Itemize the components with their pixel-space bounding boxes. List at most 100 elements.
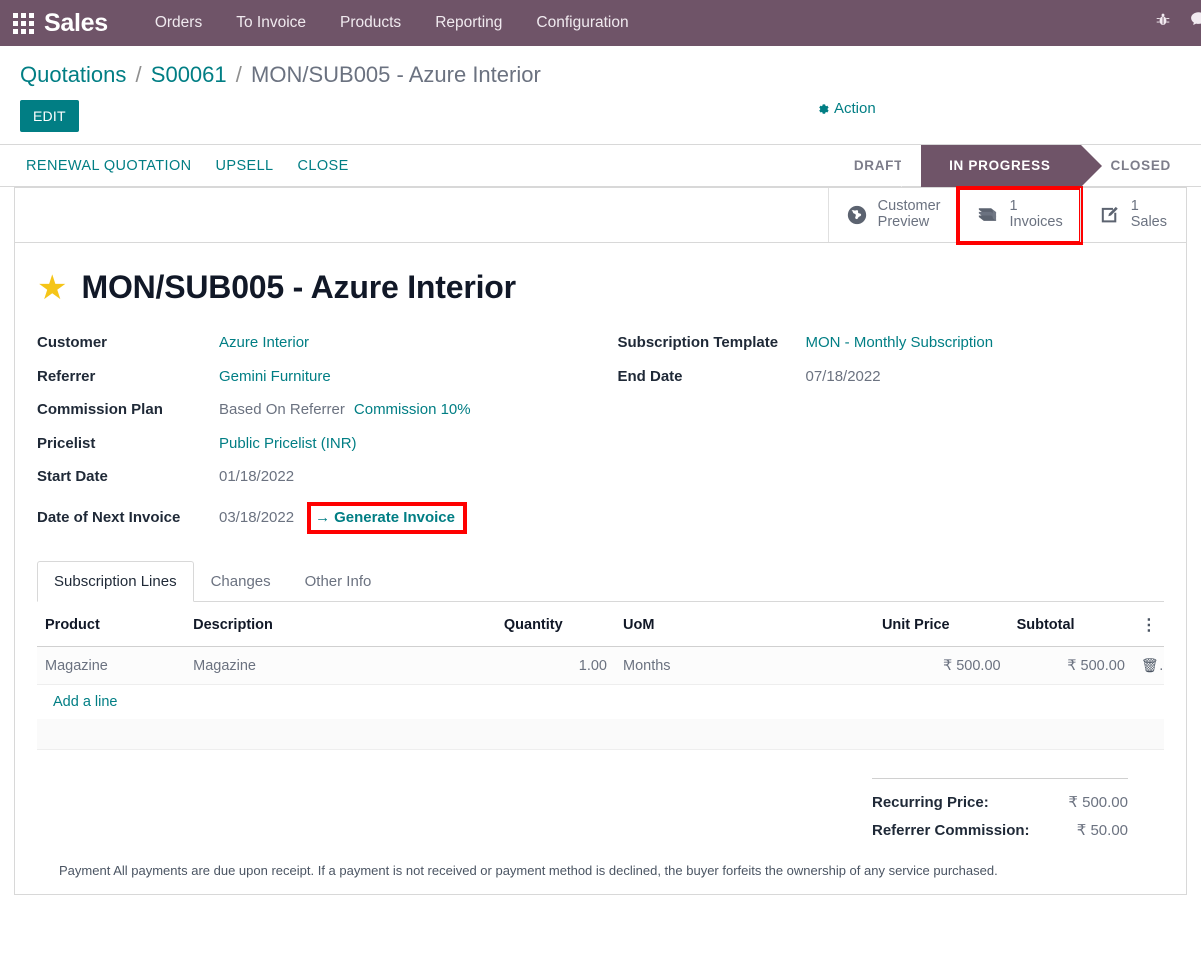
breadcrumb-current: MON/SUB005 - Azure Interior — [251, 62, 541, 87]
app-brand-sales[interactable]: Sales — [44, 9, 108, 38]
field-commission-plan: Commission Plan Based On Referrer Commis… — [37, 401, 601, 435]
action-menu-label: Action — [834, 100, 876, 117]
col-subtotal: Subtotal — [1008, 602, 1133, 647]
stat-button-text: Customer Preview — [877, 198, 941, 231]
star-filled-icon[interactable]: ★ — [37, 271, 67, 305]
field-label: Customer — [37, 334, 108, 351]
book-icon — [976, 204, 1000, 226]
stage-in-progress[interactable]: IN PROGRESS — [901, 144, 1103, 187]
col-quantity: Quantity — [495, 602, 615, 647]
control-panel-buttons: EDIT Action — [0, 90, 1201, 144]
tab-other-info[interactable]: Other Info — [288, 561, 389, 602]
col-uom: UoM — [614, 602, 874, 647]
page-title: MON/SUB005 - Azure Interior — [81, 269, 516, 305]
table-filler-row — [37, 719, 1164, 750]
stat-button-text: 1 Invoices — [1009, 198, 1063, 231]
nav-menu-configuration[interactable]: Configuration — [519, 0, 645, 46]
field-value-start-date: 01/18/2022 — [219, 468, 295, 485]
action-menu-button[interactable]: Action — [817, 100, 876, 117]
cell-quantity[interactable]: 1.00 — [495, 646, 615, 685]
status-bar: RENEWAL QUOTATION UPSELL CLOSE DRAFT IN … — [0, 144, 1201, 187]
field-label: Pricelist — [37, 434, 96, 452]
apps-grid-icon[interactable] — [8, 8, 38, 38]
col-description: Description — [185, 602, 496, 647]
nav-menu-to-invoice[interactable]: To Invoice — [219, 0, 323, 46]
record-sheet: Customer Preview 1 Invoices 1 Sales ★ MO… — [14, 186, 1187, 896]
upsell-button[interactable]: UPSELL — [204, 152, 286, 180]
payment-terms-text: Payment All payments are due upon receip… — [59, 862, 998, 878]
field-end-date: End Date 07/18/2022 — [618, 368, 1165, 402]
notebook-tabs: Subscription Lines Changes Other Info — [37, 561, 1164, 602]
vertical-dots-icon[interactable]: ⋮ — [1141, 617, 1157, 634]
col-unit-price: Unit Price — [873, 602, 1009, 647]
field-value-commission-basis: Based On Referrer — [219, 401, 345, 418]
stat-button-box: Customer Preview 1 Invoices 1 Sales — [15, 186, 1186, 245]
breadcrumb-item-order[interactable]: S00061 — [151, 62, 227, 87]
generate-invoice-button[interactable]: → Generate Invoice — [315, 509, 455, 526]
stat-value: Customer — [877, 198, 941, 215]
breadcrumb-separator-2: / — [235, 62, 242, 87]
nav-menu-reporting[interactable]: Reporting — [418, 0, 519, 46]
generate-invoice-wrapper: → Generate Invoice — [307, 501, 467, 534]
nav-menu-products[interactable]: Products — [323, 0, 418, 46]
field-customer: Customer Azure Interior — [37, 334, 601, 368]
trash-icon[interactable]: 🗑 — [1141, 657, 1164, 674]
total-value: ₹ 50.00 — [1076, 821, 1128, 839]
renewal-quotation-button[interactable]: RENEWAL QUOTATION — [14, 152, 204, 180]
form-fields: Customer Azure Interior Referrer Gemini … — [15, 312, 1186, 543]
field-label: Commission Plan — [37, 401, 163, 418]
control-panel: Quotations / S00061 / MON/SUB005 - Azure… — [0, 46, 1201, 145]
breadcrumb-separator: / — [135, 62, 142, 87]
field-value-customer[interactable]: Azure Interior — [219, 334, 309, 351]
edit-button[interactable]: EDIT — [20, 100, 79, 132]
generate-invoice-label: Generate Invoice — [334, 508, 455, 526]
cell-unit-price[interactable]: ₹ 500.00 — [873, 646, 1009, 685]
cell-uom[interactable]: Months — [614, 646, 874, 685]
bug-icon[interactable] — [1146, 0, 1180, 46]
stat-value: 1 — [1130, 198, 1139, 215]
add-line-row: Add a line — [37, 685, 1164, 720]
stat-button-invoices[interactable]: 1 Invoices — [955, 186, 1083, 245]
field-label: Start Date — [37, 468, 108, 485]
field-value-subscription-template[interactable]: MON - Monthly Subscription — [806, 334, 994, 351]
col-product: Product — [37, 602, 186, 647]
stat-label: Invoices — [1009, 214, 1063, 230]
breadcrumb-item-quotations[interactable]: Quotations — [20, 62, 126, 87]
messages-icon[interactable] — [1180, 0, 1201, 46]
stat-label: Preview — [877, 214, 930, 230]
field-value-commission-plan[interactable]: Commission 10% — [354, 401, 471, 418]
form-column-right: Subscription Template MON - Monthly Subs… — [601, 334, 1165, 535]
stat-button-customer-preview[interactable]: Customer Preview — [827, 188, 958, 242]
table-row[interactable]: Magazine Magazine 1.00 Months ₹ 500.00 ₹… — [37, 646, 1164, 685]
stat-button-text: 1 Sales — [1130, 198, 1167, 231]
field-subscription-template: Subscription Template MON - Monthly Subs… — [618, 334, 1165, 368]
total-label: Referrer Commission: — [872, 821, 1030, 839]
close-button[interactable]: CLOSE — [286, 152, 361, 180]
field-start-date: Start Date 01/18/2022 — [37, 468, 601, 502]
field-value-end-date: 07/18/2022 — [805, 367, 881, 385]
totals-inner: Recurring Price: ₹ 500.00 Referrer Commi… — [872, 777, 1128, 844]
field-value-pricelist[interactable]: Public Pricelist (INR) — [219, 435, 357, 452]
field-value-referrer[interactable]: Gemini Furniture — [219, 368, 331, 385]
total-value: ₹ 500.00 — [1068, 793, 1128, 811]
breadcrumb: Quotations / S00061 / MON/SUB005 - Azure… — [0, 60, 1201, 90]
nav-menu-orders[interactable]: Orders — [138, 0, 219, 46]
stat-button-sales[interactable]: 1 Sales — [1079, 188, 1184, 242]
add-a-line-button[interactable]: Add a line — [45, 685, 126, 719]
cell-product[interactable]: Magazine — [37, 646, 186, 685]
field-pricelist: Pricelist Public Pricelist (INR) — [37, 435, 601, 469]
table-body: Magazine Magazine 1.00 Months ₹ 500.00 ₹… — [37, 646, 1164, 750]
total-referrer-commission: Referrer Commission: ₹ 50.00 — [872, 816, 1128, 844]
notebook: Subscription Lines Changes Other Info Pr… — [15, 543, 1186, 894]
field-label: Subscription Template — [617, 334, 779, 351]
cell-description[interactable]: Magazine — [185, 646, 496, 685]
total-label: Recurring Price: — [872, 793, 989, 811]
tab-changes[interactable]: Changes — [194, 561, 288, 602]
tab-subscription-lines[interactable]: Subscription Lines — [37, 561, 194, 602]
table-head: Product Description Quantity UoM Unit Pr… — [37, 602, 1164, 647]
table-header-row: Product Description Quantity UoM Unit Pr… — [37, 602, 1164, 647]
stat-value: 1 — [1009, 198, 1018, 215]
field-label: End Date — [617, 367, 683, 385]
cell-subtotal[interactable]: ₹ 500.00 — [1008, 646, 1133, 685]
stat-label: Sales — [1130, 214, 1167, 230]
